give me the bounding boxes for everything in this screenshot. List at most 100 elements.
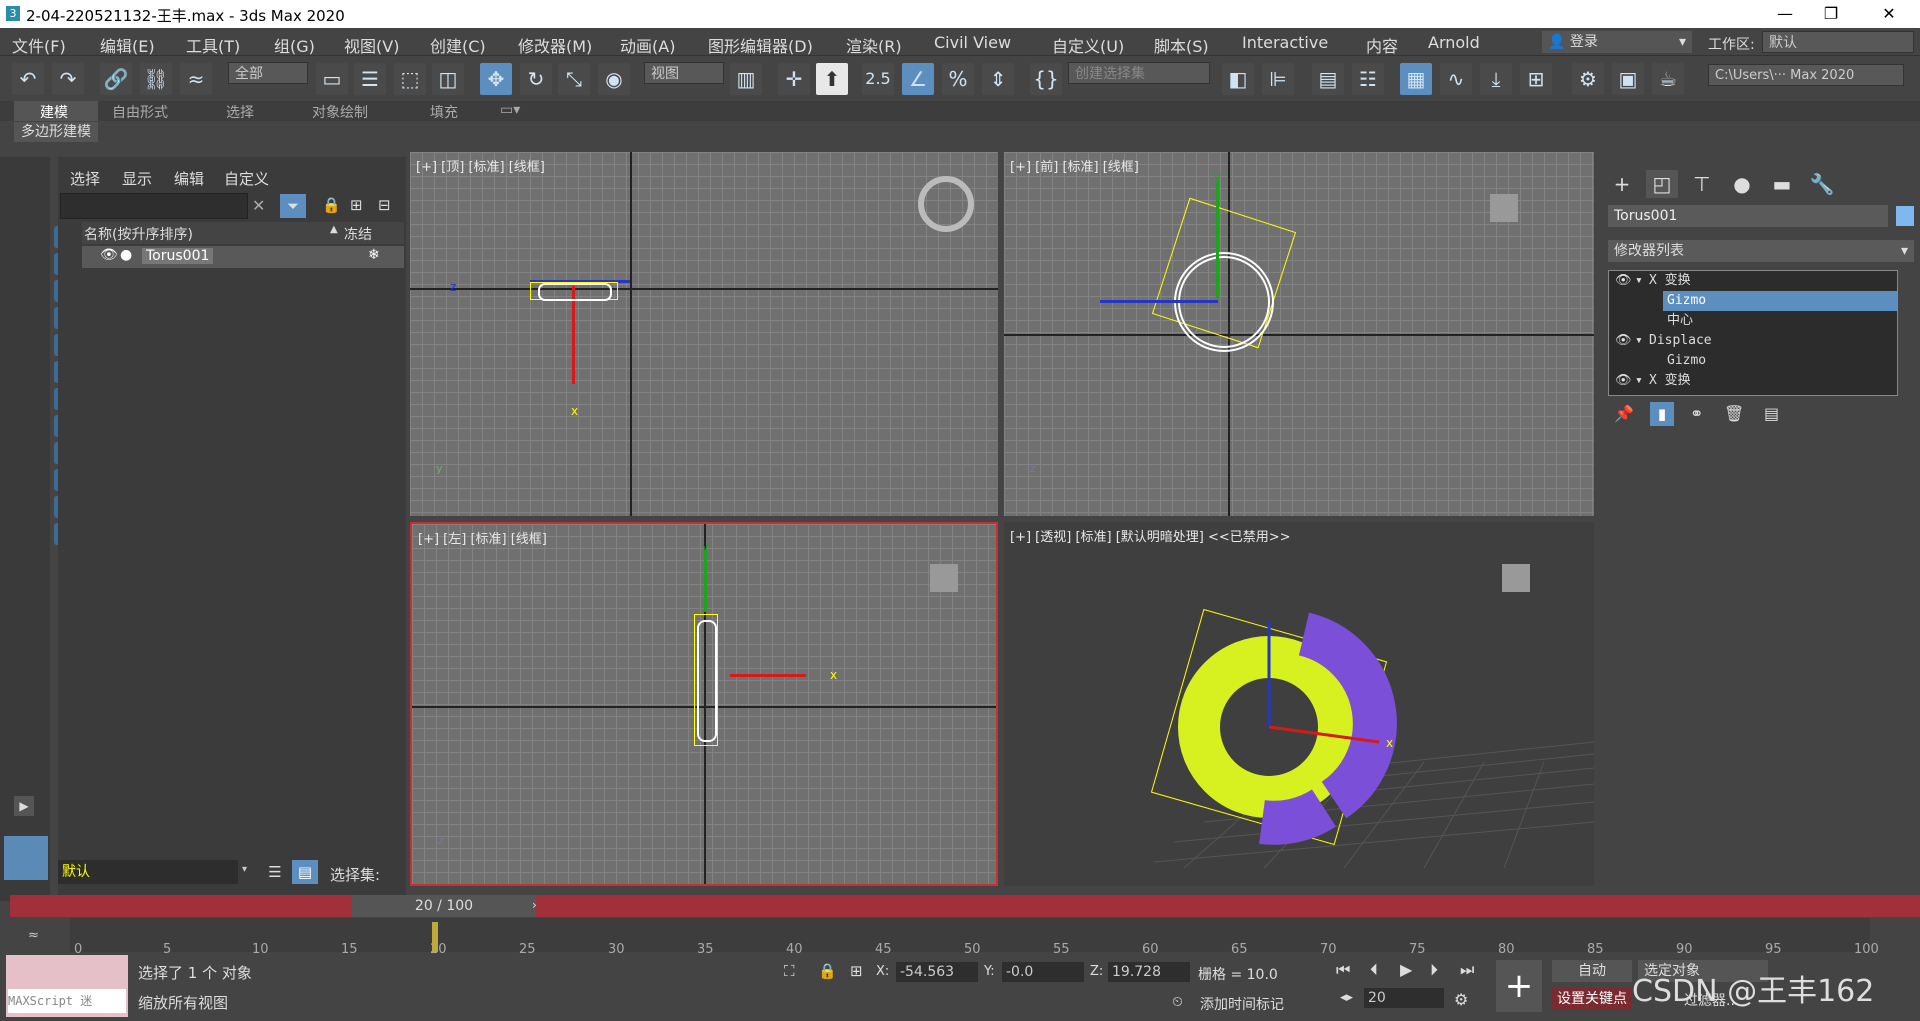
- viewcube-top[interactable]: [918, 176, 974, 232]
- menu-content[interactable]: 内容: [1366, 33, 1398, 57]
- viewcube-persp[interactable]: [1502, 564, 1530, 592]
- restore-button[interactable]: ❐: [1808, 0, 1854, 28]
- configure-sets-icon[interactable]: ▤: [1764, 404, 1779, 423]
- maxscript-listener[interactable]: MAXScript 迷: [6, 955, 128, 1017]
- viewport-layout-icon[interactable]: [4, 836, 48, 880]
- scene-menu-display[interactable]: 显示: [122, 168, 152, 189]
- eye-icon[interactable]: 👁: [1615, 331, 1632, 351]
- filter-toggle-icon[interactable]: ⏷: [280, 194, 306, 218]
- scene-explorer-icon[interactable]: ▤: [1312, 63, 1344, 95]
- ribbon-tab-freeform[interactable]: 自由形式: [112, 102, 168, 122]
- viewcube-left[interactable]: [930, 564, 958, 592]
- menu-edit[interactable]: 编辑(E): [100, 33, 155, 57]
- ribbon-tab-modeling[interactable]: 建模: [40, 102, 68, 122]
- workspace-dropdown[interactable]: 默认: [1762, 31, 1914, 53]
- current-frame-input[interactable]: 20: [1364, 988, 1444, 1008]
- remove-modifier-icon[interactable]: 🗑: [1724, 404, 1744, 423]
- move-icon[interactable]: ✥: [480, 63, 512, 95]
- selection-filter-dropdown[interactable]: 全部: [228, 62, 308, 84]
- gizmo-y-axis-front[interactable]: [1216, 182, 1219, 298]
- menu-modifiers[interactable]: 修改器(M): [518, 33, 592, 57]
- menu-arnold[interactable]: Arnold: [1428, 33, 1480, 52]
- key-mode-icon[interactable]: ◂▸: [1340, 990, 1353, 1005]
- ref-coord-dropdown[interactable]: 视图: [644, 62, 724, 84]
- link-icon[interactable]: 🔗: [100, 63, 132, 95]
- select-manipulate-icon[interactable]: ✛: [778, 63, 810, 95]
- prev-key-icon[interactable]: ⏴: [1370, 960, 1378, 980]
- eye-icon[interactable]: 👁: [1615, 271, 1632, 291]
- account-dropdown[interactable]: 👤 登录 ▾: [1542, 31, 1692, 53]
- named-selection-dropdown[interactable]: 创建选择集: [1068, 62, 1210, 84]
- gizmo-x-axis-left[interactable]: [730, 674, 806, 677]
- hierarchy-tab-icon[interactable]: ⊤: [1686, 170, 1718, 198]
- selection-lock-icon[interactable]: 🔒: [818, 962, 837, 980]
- edit-named-sel-icon[interactable]: {}: [1030, 63, 1062, 95]
- menu-graph-editors[interactable]: 图形编辑器(D): [708, 33, 813, 57]
- layer-explorer-icon[interactable]: ☷: [1352, 63, 1384, 95]
- clear-search-icon[interactable]: ✕: [252, 196, 265, 215]
- menu-view[interactable]: 视图(V): [344, 33, 399, 57]
- menu-interactive[interactable]: Interactive: [1242, 33, 1328, 52]
- layers-icon[interactable]: ☰: [262, 860, 288, 884]
- menu-file[interactable]: 文件(F): [12, 33, 66, 57]
- stack-item-xform-2[interactable]: 👁 ▾ X 变换: [1609, 371, 1897, 391]
- viewport-front[interactable]: [+] [前] [标准] [线框] y z: [1004, 152, 1594, 516]
- object-color-swatch[interactable]: [1896, 206, 1914, 226]
- scene-menu-select[interactable]: 选择: [70, 168, 100, 189]
- percent-snap-icon[interactable]: %: [942, 63, 974, 95]
- ribbon-subtab-polygon-modeling[interactable]: 多边形建模: [14, 122, 98, 142]
- time-slider-track[interactable]: [10, 895, 1920, 917]
- expand-icon[interactable]: ▾: [1635, 331, 1643, 351]
- stack-item-displace[interactable]: 👁 ▾ Displace: [1609, 331, 1897, 351]
- viewport-left[interactable]: [+] [左] [标准] [线框] y x z: [410, 522, 998, 886]
- stack-item-center[interactable]: 中心: [1609, 311, 1897, 331]
- scene-menu-edit[interactable]: 编辑: [174, 168, 204, 189]
- minimize-button[interactable]: —: [1762, 0, 1808, 28]
- viewport-top-label[interactable]: [+] [顶] [标准] [线框]: [416, 156, 545, 175]
- project-path-dropdown[interactable]: C:\Users\··· Max 2020: [1708, 64, 1904, 86]
- gizmo-z-axis-front[interactable]: [1100, 300, 1218, 303]
- col-name-header[interactable]: 名称(按升序排序): [84, 224, 193, 244]
- set-key-plus-icon[interactable]: +: [1496, 960, 1542, 1012]
- viewport-perspective[interactable]: [+] [透视] [标准] [默认明暗处理] <<已禁用>> x: [1004, 522, 1594, 886]
- menu-rendering[interactable]: 渲染(R): [846, 33, 902, 57]
- display-tab-icon[interactable]: ▬: [1766, 170, 1798, 198]
- viewport-left-label[interactable]: [+] [左] [标准] [线框]: [418, 528, 547, 547]
- expand-icon[interactable]: ▾: [1635, 371, 1643, 391]
- expand-arrow-icon[interactable]: ▶: [14, 796, 34, 816]
- viewcube-front[interactable]: [1490, 194, 1518, 222]
- stack-item-gizmo[interactable]: Gizmo: [1609, 351, 1897, 371]
- angle-snap-icon[interactable]: ∠: [902, 63, 934, 95]
- set-key-button[interactable]: 设置关键点: [1552, 988, 1632, 1010]
- col-freeze-header[interactable]: 冻结: [344, 224, 372, 244]
- stack-item-gizmo-selected[interactable]: Gizmo: [1663, 291, 1897, 311]
- pin-stack-icon[interactable]: 📌: [1614, 404, 1634, 423]
- menu-customize[interactable]: 自定义(U): [1052, 33, 1124, 57]
- align-icon[interactable]: ⊫: [1262, 63, 1294, 95]
- lock-icon[interactable]: 🔒: [322, 196, 341, 214]
- menu-create[interactable]: 创建(C): [430, 33, 486, 57]
- expand-icon[interactable]: ▾: [1635, 271, 1643, 291]
- isolate-icon[interactable]: ⛶: [784, 962, 795, 980]
- window-crossing-icon[interactable]: ◫: [432, 63, 464, 95]
- close-button[interactable]: ✕: [1866, 0, 1912, 28]
- select-object-icon[interactable]: ▭: [316, 63, 348, 95]
- goto-start-icon[interactable]: ⏮: [1336, 960, 1350, 980]
- z-coordinate-input[interactable]: 19.728: [1108, 962, 1190, 982]
- x-coordinate-input[interactable]: -54.563: [896, 962, 978, 982]
- create-tab-icon[interactable]: +: [1606, 170, 1638, 198]
- scene-menu-customize[interactable]: 自定义: [224, 168, 269, 189]
- play-icon[interactable]: ▶: [1400, 960, 1412, 979]
- schematic-view-icon[interactable]: ⤓: [1480, 63, 1512, 95]
- snap-toggle-icon[interactable]: 2.5: [862, 63, 894, 95]
- modify-tab-icon[interactable]: ◰: [1646, 170, 1678, 198]
- scale-icon[interactable]: ⤡: [558, 63, 590, 95]
- next-key-icon[interactable]: ⏵: [1430, 960, 1438, 980]
- mirror-icon[interactable]: ◧: [1222, 63, 1254, 95]
- track-bar[interactable]: 0 5 10 15 20 25 30 35 40 45 50 55 60 65 70 75 80 85 90 95 10…: [70, 918, 1879, 957]
- utilities-tab-icon[interactable]: 🔧: [1806, 170, 1838, 198]
- rotate-icon[interactable]: ↻: [520, 63, 552, 95]
- ribbon-tab-populate[interactable]: 填充: [430, 102, 458, 122]
- redo-icon[interactable]: ↷: [52, 63, 84, 95]
- viewport-top[interactable]: [+] [顶] [标准] [线框] z x y: [410, 152, 998, 516]
